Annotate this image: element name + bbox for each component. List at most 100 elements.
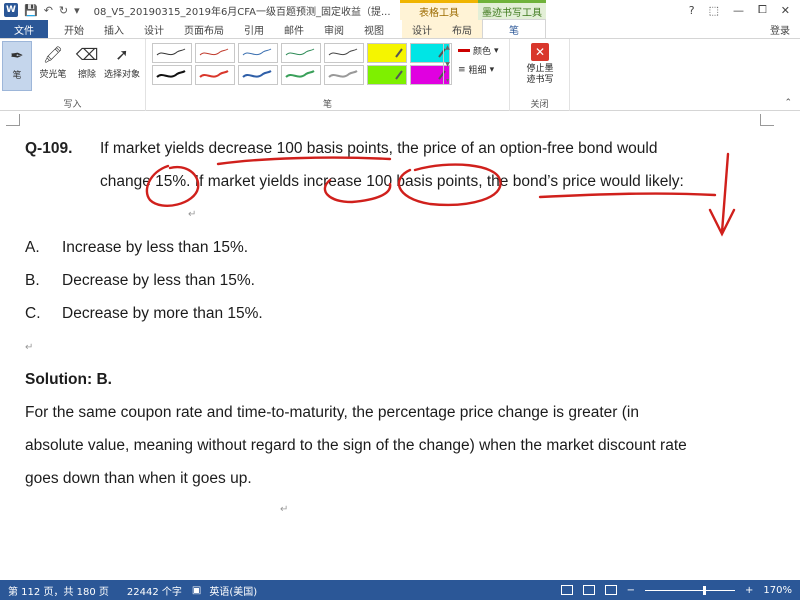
close-x-icon: ✕ <box>531 43 549 61</box>
pen-stroke-icon <box>242 70 272 78</box>
pen-swatch[interactable] <box>324 65 364 85</box>
pen-swatch[interactable] <box>152 43 192 63</box>
ribbon-display-icon[interactable]: ⬚ <box>709 4 719 17</box>
tab-mailings[interactable]: 邮件 <box>274 20 314 38</box>
highlighter-icon: 🖍 <box>42 44 64 64</box>
pen-swatch[interactable] <box>324 43 364 63</box>
print-layout-icon[interactable] <box>582 585 595 595</box>
tab-home[interactable]: 开始 <box>54 20 94 38</box>
zoom-slider[interactable] <box>645 585 736 595</box>
pen-stroke-icon <box>285 48 315 56</box>
tab-review[interactable]: 审阅 <box>314 20 354 38</box>
tab-page-layout[interactable]: 页面布局 <box>174 20 234 38</box>
collapse-ribbon-icon[interactable]: ⌃ <box>784 98 792 108</box>
restore-button[interactable]: ⧠ <box>758 3 767 17</box>
language[interactable]: 英语(美国) <box>209 583 257 598</box>
pen-stroke-icon <box>242 48 272 56</box>
pen-stroke-icon <box>328 70 358 78</box>
customize-icon[interactable]: ▾ <box>74 4 80 17</box>
redo-icon[interactable]: ↻ <box>59 4 68 17</box>
web-layout-icon[interactable] <box>604 585 617 595</box>
word-app-icon: W <box>4 3 18 17</box>
pen-stroke-icon <box>285 70 315 78</box>
pen-thickness-dropdown[interactable]: ≡ 粗细 ▾ <box>458 63 499 77</box>
chevron-down-icon: ▾ <box>489 64 495 75</box>
tab-file[interactable]: 文件 <box>0 20 48 38</box>
gallery-scroll[interactable]: ▲ ▼ ▾ <box>443 43 452 85</box>
pen-swatch[interactable] <box>281 43 321 63</box>
gallery-more-icon[interactable]: ▾ <box>446 77 449 84</box>
word-count[interactable]: 22442 个字 <box>127 583 182 598</box>
document-title: 08_V5_20190315_2019年6月CFA一级百题预测_固定收益（提..… <box>93 6 391 18</box>
read-mode-icon[interactable] <box>560 585 573 595</box>
eraser-button[interactable]: ⌫ 擦除 <box>72 41 102 91</box>
pen-stroke-icon <box>328 48 358 56</box>
help-icon[interactable]: ? <box>689 4 695 17</box>
thickness-icon: ≡ <box>458 64 466 75</box>
pen-tool-button[interactable]: ✒ 笔 <box>2 41 32 91</box>
tab-insert[interactable]: 插入 <box>94 20 134 38</box>
stop-inking-button[interactable]: ✕ 停止墨迹书写 <box>518 43 562 86</box>
undo-icon[interactable]: ↶ <box>44 4 53 17</box>
write-group-label: 写入 <box>63 100 82 110</box>
ink-circle-100-basis <box>397 163 502 206</box>
pen-gallery <box>152 43 450 85</box>
pens-group-label: 笔 <box>322 100 332 110</box>
tab-table-design[interactable]: 设计 <box>402 20 442 38</box>
highlighter-stroke-icon <box>438 48 446 58</box>
save-icon[interactable]: 💾 <box>24 4 38 17</box>
pen-swatch[interactable] <box>195 43 235 63</box>
ribbon-tabs: 文件 开始 插入 设计 页面布局 引用 邮件 审阅 视图 设计 布局 笔 <box>0 19 800 39</box>
ink-annotations <box>145 152 736 237</box>
zoom-in-button[interactable]: + <box>745 585 753 596</box>
pen-swatch[interactable] <box>367 43 407 63</box>
document-area[interactable]: Q-109. If market yields decrease 100 bas… <box>0 112 800 580</box>
zoom-slider-thumb[interactable] <box>703 585 707 595</box>
highlighter-stroke-icon <box>438 70 446 80</box>
tab-table-layout[interactable]: 布局 <box>442 20 482 38</box>
minimize-button[interactable]: — <box>733 4 744 17</box>
status-bar: 第 112 页，共 180 页 22442 个字 ▣ 英语(美国) − + 17… <box>0 580 800 600</box>
pen-swatch[interactable] <box>152 65 192 85</box>
login-link[interactable]: 登录 <box>770 22 790 37</box>
pen-swatch[interactable] <box>238 65 278 85</box>
highlighter-button[interactable]: 🖍 荧光笔 <box>36 41 70 91</box>
page-count[interactable]: 第 112 页，共 180 页 <box>8 583 109 598</box>
pens-group: ▲ ▼ ▾ 颜色 ▾ ≡ 粗细 ▾ 笔 <box>146 39 510 111</box>
tab-references[interactable]: 引用 <box>234 20 274 38</box>
pen-color-icon <box>458 49 470 52</box>
pen-icon: ✒ <box>10 45 24 65</box>
ink-tools-group: 墨迹书写工具 <box>478 0 546 20</box>
table-tools-group: 表格工具 <box>400 0 478 20</box>
scroll-down-icon[interactable]: ▼ <box>445 61 450 68</box>
close-group: ✕ 停止墨迹书写 关闭 <box>510 39 570 111</box>
ribbon: ✒ 笔 🖍 荧光笔 ⌫ 擦除 ➚ 选择对象 写入 ▲ ▼ ▾ 颜色 ▾ ≡ 粗细… <box>0 39 800 111</box>
highlighter-stroke-icon <box>395 70 403 80</box>
close-group-label: 关闭 <box>530 100 549 110</box>
title-bar: W 💾 ↶ ↻ ▾ 08_V5_20190315_2019年6月CFA一级百题预… <box>0 0 800 20</box>
tab-view[interactable]: 视图 <box>354 20 394 38</box>
pen-swatch[interactable] <box>195 65 235 85</box>
pen-stroke-icon <box>199 70 229 78</box>
tab-pen[interactable]: 笔 <box>482 19 546 38</box>
zoom-out-button[interactable]: − <box>627 585 635 596</box>
pen-swatch[interactable] <box>281 65 321 85</box>
chevron-down-icon: ▾ <box>494 45 499 56</box>
ink-underline-decrease <box>216 156 392 166</box>
pen-stroke-icon <box>156 70 186 78</box>
pen-swatch[interactable] <box>238 43 278 63</box>
select-objects-button[interactable]: ➚ 选择对象 <box>102 41 142 91</box>
zoom-level[interactable]: 170% <box>763 585 792 596</box>
cursor-arrow-icon: ➚ <box>115 44 129 64</box>
eraser-icon: ⌫ <box>75 44 99 64</box>
tab-design[interactable]: 设计 <box>134 20 174 38</box>
pen-stroke-icon <box>199 48 229 56</box>
write-group: ✒ 笔 🖍 荧光笔 ⌫ 擦除 ➚ 选择对象 写入 <box>0 39 146 111</box>
highlighter-stroke-icon <box>395 48 403 58</box>
close-button[interactable]: ✕ <box>781 4 790 17</box>
pen-stroke-icon <box>156 48 186 56</box>
scroll-up-icon[interactable]: ▲ <box>445 44 450 51</box>
pen-swatch[interactable] <box>367 65 407 85</box>
proofing-icon[interactable]: ▣ <box>192 585 201 596</box>
pen-color-dropdown[interactable]: 颜色 ▾ <box>458 44 499 57</box>
